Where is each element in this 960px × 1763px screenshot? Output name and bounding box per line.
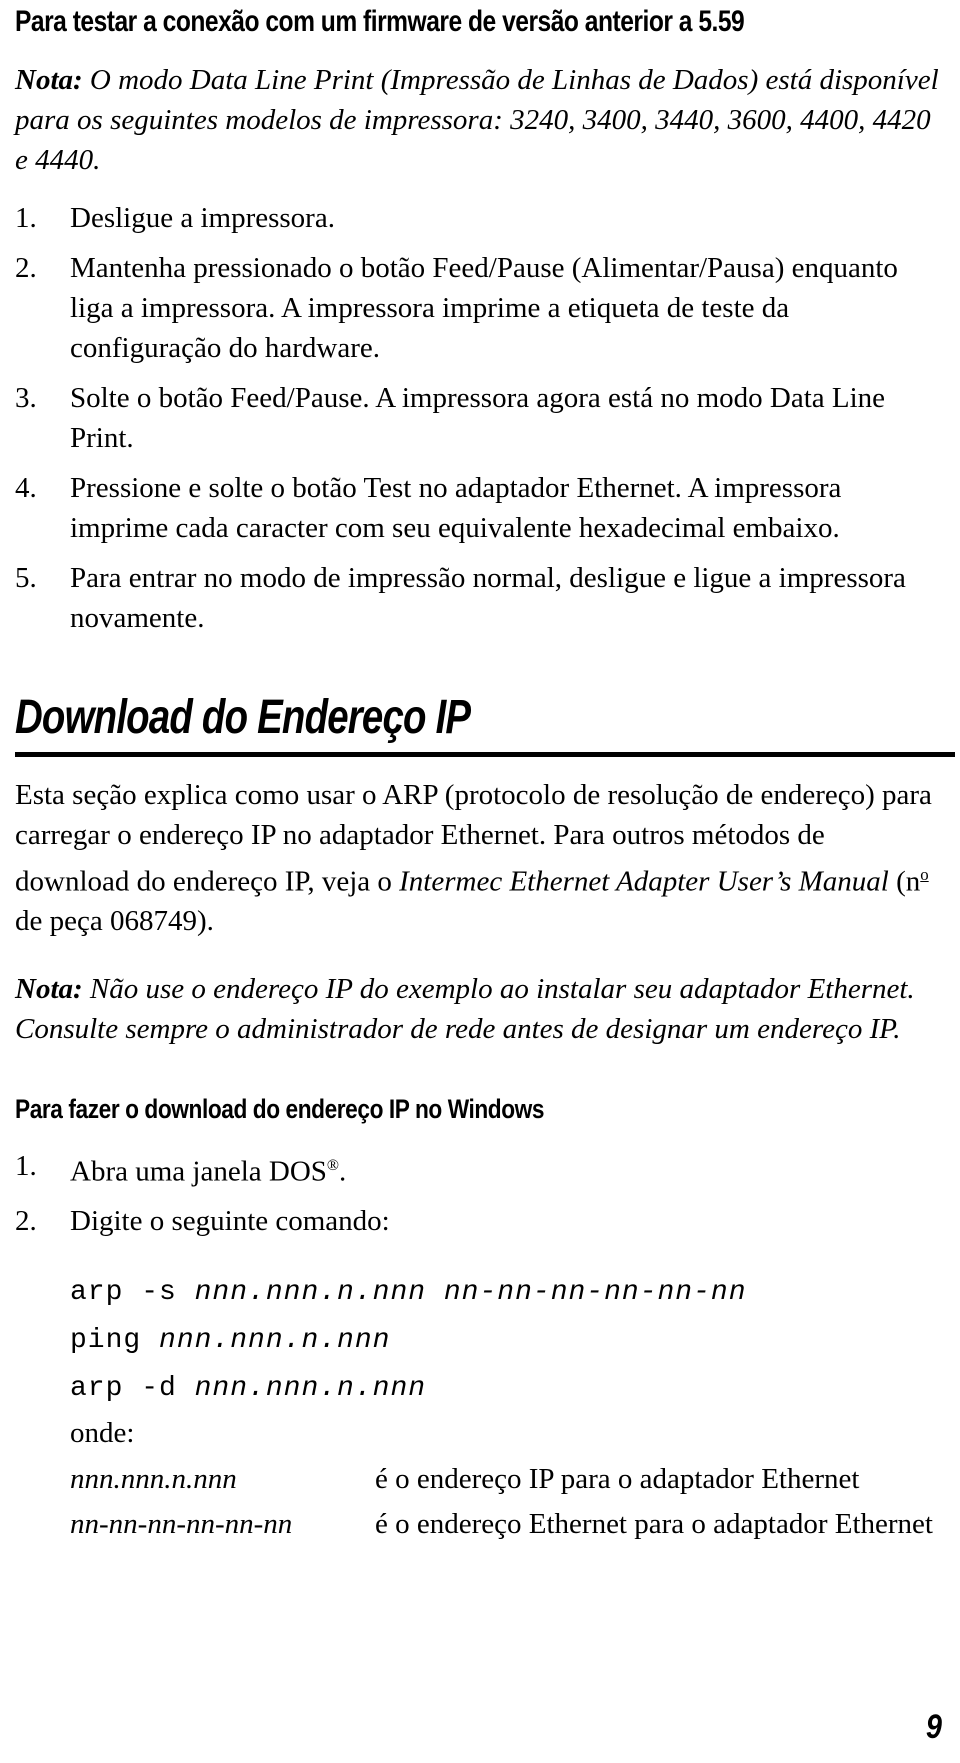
list-item-text: Digite o seguinte comando: [70, 1205, 390, 1238]
registered-trademark-icon: ® [326, 1156, 340, 1174]
list-item-number: 2. [15, 1205, 37, 1238]
definition-row: nnn.nnn.n.nnn é o endereço IP para o ada… [70, 1457, 945, 1502]
list-item-number: 1. [15, 1149, 37, 1182]
list-item-number: 1. [15, 201, 37, 234]
ordinal-superscript: o [920, 864, 929, 884]
list-item-text: Desligue a impressora. [70, 201, 335, 234]
code-command: ping [70, 1325, 160, 1357]
code-command: arp -s [70, 1277, 195, 1309]
note-ip: Nota: Não use o endereço IP do exemplo a… [15, 969, 945, 1049]
list-item-text-suffix: . [339, 1155, 347, 1188]
code-placeholder-ip: nnn.nnn.n.nnn [194, 1277, 427, 1309]
note-ip-label: Nota: [15, 973, 83, 1006]
list-item-number: 5. [15, 561, 37, 594]
list-item: 1. Desligue a impressora. [15, 198, 945, 238]
list-item: 5. Para entrar no modo de impressão norma… [15, 558, 945, 638]
page-title: Para testar a conexão com um firmware de… [15, 5, 745, 38]
note-ip-text: Não use o endereço IP do exemplo ao inst… [15, 973, 915, 1046]
list-item-number: 3. [15, 381, 37, 414]
code-separator [426, 1277, 444, 1308]
list-item: 2. Mantenha pressionado o botão Feed/Paus… [15, 248, 945, 368]
list-item: 1. Abra uma janela DOS®. [15, 1146, 945, 1192]
steps-windows-list: 1. Abra uma janela DOS®. 2. Digite o segui… [15, 1146, 945, 1242]
definition-description: é o endereço IP para o adaptador Etherne… [375, 1463, 860, 1496]
section-intro-manual-title: Intermec Ethernet Adapter User’s Manual [399, 865, 889, 898]
command-code-block: arp -s nnn.nnn.n.nnn nn-nn-nn-nn-nn-nn p… [15, 1269, 945, 1413]
list-item: 4. Pressione e solte o botão Test no adap… [15, 468, 945, 548]
section-intro-part2a: (n [888, 865, 921, 898]
code-placeholder-ip: nnn.nnn.n.nnn [194, 1373, 427, 1405]
document-page: Para testar a conexão com um firmware de… [0, 0, 960, 1763]
code-line-arp-s: arp -s nnn.nnn.n.nnn nn-nn-nn-nn-nn-nn [70, 1269, 945, 1317]
code-line-arp-d: arp -d nnn.nnn.n.nnn [70, 1365, 945, 1413]
section-intro-part2b: de peça 068749). [15, 905, 214, 938]
list-item: 2. Digite o seguinte comando: [15, 1201, 945, 1241]
code-line-ping: ping nnn.nnn.n.nnn [70, 1317, 945, 1365]
steps-test-list: 1. Desligue a impressora. 2. Mantenha pres… [15, 198, 945, 638]
list-item-text: Para entrar no modo de impressão normal,… [70, 561, 906, 634]
code-command: arp -d [70, 1373, 195, 1405]
list-item-text: Mantenha pressionado o botão Feed/Pause … [70, 251, 898, 364]
note-top: Nota: O modo Data Line Print (Impressão … [15, 60, 945, 180]
code-placeholder-ip: nnn.nnn.n.nnn [159, 1325, 391, 1357]
list-item-number: 2. [15, 251, 37, 284]
list-item-text: Solte o botão Feed/Pause. A impressora a… [70, 381, 886, 454]
section-intro-paragraph: Esta seção explica como usar o ARP (prot… [15, 775, 945, 942]
list-item-text: Abra uma janela DOS [70, 1155, 327, 1188]
where-label: onde: [70, 1417, 135, 1450]
definition-description: é o endereço Ethernet para o adaptador E… [375, 1508, 933, 1541]
code-placeholder-mac: nn-nn-nn-nn-nn-nn [443, 1277, 747, 1309]
page-number: 9 [925, 1708, 942, 1746]
note-top-label: Nota: [15, 63, 83, 96]
section-heading: Download do Endereço IP [15, 690, 471, 744]
definitions-list: nnn.nnn.n.nnn é o endereço IP para o ada… [15, 1457, 945, 1547]
list-item-text: Pressione e solte o botão Test no adapta… [70, 471, 842, 544]
definition-term: nn-nn-nn-nn-nn-nn [70, 1508, 293, 1541]
definition-row: nn-nn-nn-nn-nn-nn é o endereço Ethernet … [70, 1502, 945, 1547]
note-top-text: O modo Data Line Print (Impressão de Lin… [15, 63, 939, 176]
definition-term: nnn.nnn.n.nnn [70, 1463, 237, 1496]
subsection-heading: Para fazer o download do endereço IP no … [15, 1094, 545, 1125]
list-item-number: 4. [15, 471, 37, 504]
list-item: 3. Solte o botão Feed/Pause. A impressora… [15, 378, 945, 458]
